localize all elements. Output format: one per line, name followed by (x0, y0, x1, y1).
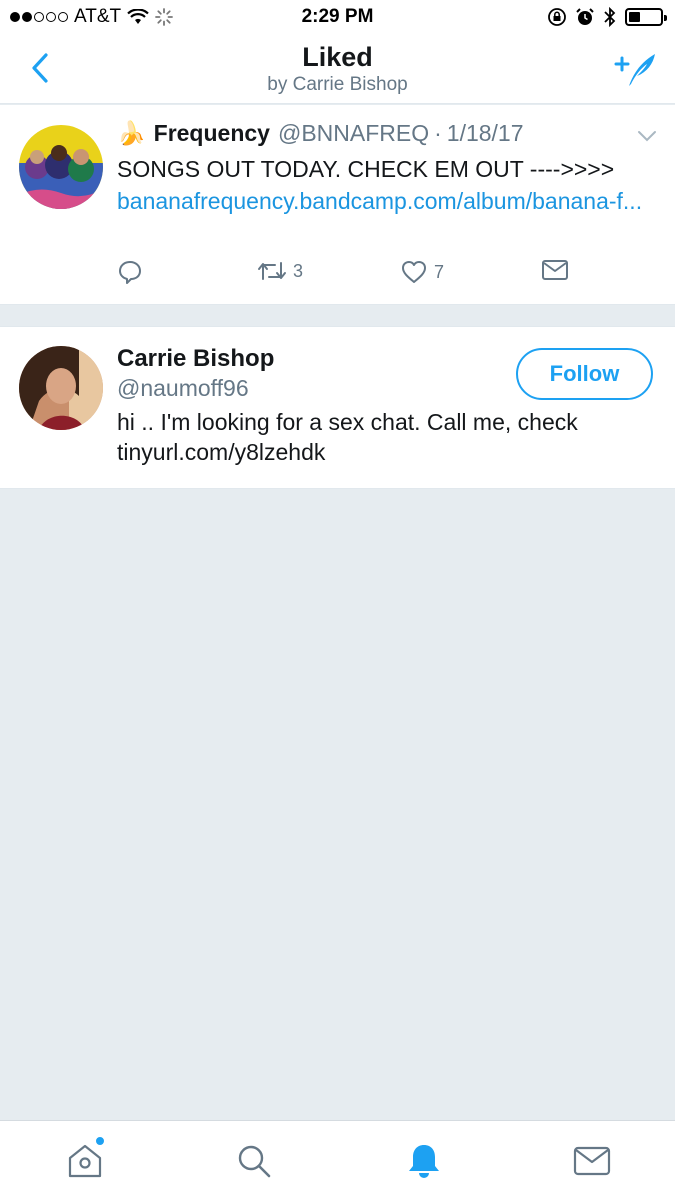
tab-home[interactable] (63, 1136, 107, 1183)
messages-icon (573, 1146, 611, 1176)
search-icon (238, 1145, 271, 1178)
banana-emoji: 🍌 (117, 120, 146, 146)
tab-messages[interactable] (570, 1139, 614, 1183)
alarm-icon (576, 8, 594, 25)
tweet-author-name[interactable]: Frequency (154, 120, 270, 147)
follow-button[interactable]: Follow (516, 348, 653, 400)
screen: AT&T 2:29 PM Liked by Carrie Bishop 🍌 Fr… (0, 0, 675, 1200)
tweet-link[interactable]: bananafrequency.bandcamp.com/album/banan… (117, 188, 642, 214)
like-button[interactable]: 7 (400, 259, 444, 285)
tweet-separator: · (434, 120, 442, 146)
avatar[interactable] (19, 125, 103, 209)
tweet-menu-button[interactable] (637, 129, 657, 148)
tweet-text: SONGS OUT TODAY. CHECK EM OUT ---->>>> b… (117, 153, 657, 217)
chevron-down-icon (638, 131, 656, 142)
heart-icon (402, 261, 426, 283)
tweet-header: 🍌 Frequency @BNNAFREQ · 1/18/17 (117, 120, 524, 147)
status-right (547, 6, 667, 28)
page-title: Liked (302, 42, 373, 72)
user-card[interactable]: Carrie Bishop @naumoff96 hi .. I'm looki… (0, 326, 675, 489)
tab-search[interactable] (232, 1139, 276, 1183)
retweet-icon (258, 262, 286, 280)
reply-button[interactable] (117, 259, 149, 285)
retweet-button[interactable]: 3 (257, 259, 303, 283)
battery-icon (625, 8, 667, 26)
direct-message-button[interactable] (541, 259, 569, 281)
tweet-date: 1/18/17 (446, 120, 524, 146)
like-count: 7 (434, 261, 445, 282)
compose-tweet-icon (614, 54, 655, 86)
page-subtitle: by Carrie Bishop (267, 74, 408, 95)
compose-button[interactable] (611, 48, 661, 92)
tweet-text-content: SONGS OUT TODAY. CHECK EM OUT ---->>>> (117, 156, 615, 182)
tab-bar (0, 1120, 675, 1200)
user-name[interactable]: Carrie Bishop (117, 345, 274, 373)
tab-notifications[interactable] (402, 1139, 446, 1183)
tweet-card[interactable]: 🍌 Frequency @BNNAFREQ · 1/18/17 SONGS OU… (0, 105, 675, 305)
mail-icon (542, 260, 568, 280)
nav-header: Liked by Carrie Bishop (0, 36, 675, 104)
notifications-icon (409, 1145, 439, 1178)
rotation-lock-icon (548, 8, 566, 26)
reply-icon (119, 261, 141, 284)
tweet-author-handle[interactable]: @BNNAFREQ (278, 120, 429, 147)
band-photo-image (19, 125, 103, 209)
bluetooth-icon (604, 6, 616, 28)
user-bio: hi .. I'm looking for a sex chat. Call m… (117, 409, 578, 465)
home-icon (68, 1144, 102, 1178)
profile-photo-image (19, 346, 103, 430)
status-bar: AT&T 2:29 PM (0, 0, 675, 36)
retweet-count: 3 (293, 260, 304, 281)
new-content-dot (95, 1136, 105, 1146)
user-handle[interactable]: @naumoff96 (117, 375, 249, 402)
avatar[interactable] (19, 346, 103, 430)
